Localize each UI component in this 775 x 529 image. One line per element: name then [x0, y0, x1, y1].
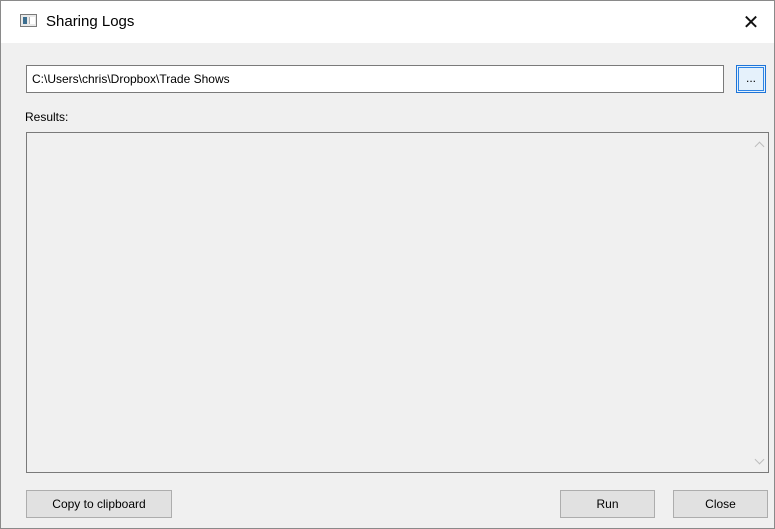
folder-path-input[interactable] — [26, 65, 724, 93]
close-icon[interactable]: ✕ — [728, 1, 774, 43]
sharing-logs-dialog: Sharing Logs ✕ ... Results: Copy to clip… — [0, 0, 775, 529]
title-bar[interactable]: Sharing Logs ✕ — [1, 1, 774, 43]
scroll-up-arrow-icon[interactable] — [750, 135, 768, 153]
app-window-icon — [20, 14, 37, 27]
browse-button-label: ... — [738, 67, 764, 91]
window-title: Sharing Logs — [46, 13, 135, 30]
results-label: Results: — [25, 110, 69, 124]
run-button[interactable]: Run — [560, 490, 655, 518]
browse-button[interactable]: ... — [736, 65, 766, 93]
results-scrollbar[interactable] — [750, 133, 768, 472]
copy-to-clipboard-button[interactable]: Copy to clipboard — [26, 490, 172, 518]
close-button[interactable]: Close — [673, 490, 768, 518]
app-icon-pane-right — [29, 17, 35, 24]
scroll-down-arrow-icon[interactable] — [750, 452, 768, 470]
results-textbox[interactable] — [26, 132, 769, 473]
app-icon-pane-left — [23, 17, 27, 24]
